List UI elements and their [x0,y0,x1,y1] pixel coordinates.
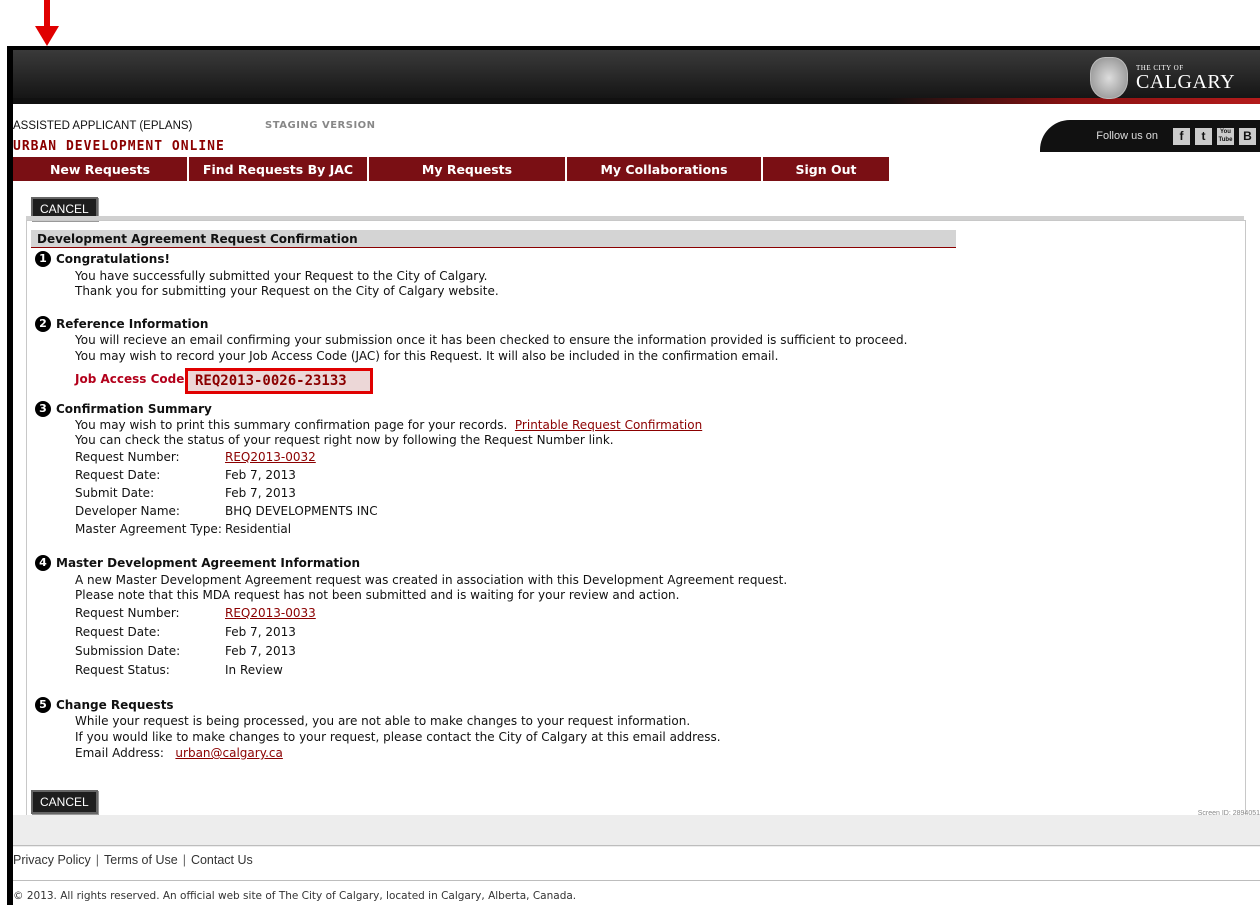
s3-row-label: Developer Name: [75,504,180,518]
browser-frame: THE CITY OF CALGARY Follow us on f t You… [7,46,1260,905]
s3-row-label: Submit Date: [75,486,155,500]
user-role: ASSISTED APPLICANT (EPLANS) [13,120,193,132]
nav-sign-out[interactable]: Sign Out [763,157,889,181]
jac-value-highlight: REQ2013-0026-23133 [185,368,373,394]
s4-row-label: Request Status: [75,663,170,677]
s5-title: Change Requests [56,698,174,712]
printable-confirmation-link[interactable]: Printable Request Confirmation [515,418,702,432]
follow-us-bar: Follow us on f t You Tube B [1040,120,1260,152]
s4-row-value: Feb 7, 2013 [225,625,296,639]
footer-band [13,815,1260,847]
s4-line1: A new Master Development Agreement reque… [75,573,788,587]
nav-my-collaborations[interactable]: My Collaborations [567,157,763,181]
nav-new-requests[interactable]: New Requests [13,157,189,181]
s3-line2: You can check the status of your request… [75,433,614,447]
step-5-icon: 5 [35,697,51,713]
s2-title: Reference Information [56,317,209,331]
request-number-link[interactable]: REQ2013-0032 [225,450,316,464]
s3-row-label: Request Date: [75,468,161,482]
footer-divider [13,880,1260,881]
step-2-icon: 2 [35,316,51,332]
blog-icon[interactable]: B [1239,127,1256,145]
footer-divider [13,845,1260,846]
screen-id: Screen ID: 2894051 [1197,810,1260,817]
header-swoosh [13,98,1260,104]
s4-row-label: Request Number: [75,606,180,620]
step-1-icon: 1 [35,251,51,267]
s1-title: Congratulations! [56,252,170,266]
annotation-arrow-icon [35,0,59,46]
s3-row-value: BHQ DEVELOPMENTS INC [225,504,378,518]
header-banner [13,50,1260,100]
s3-row-label: Request Number: [75,450,180,464]
nav-find-requests-by-jac[interactable]: Find Requests By JAC [189,157,369,181]
follow-label: Follow us on [1096,130,1158,142]
s1-line1: You have successfully submitted your Req… [75,269,488,283]
s3-line1: You may wish to print this summary confi… [75,418,703,432]
copyright: © 2013. All rights reserved. An official… [13,890,577,902]
s5-email-row: Email Address: urban@calgary.ca [75,746,283,760]
step-4-icon: 4 [35,555,51,571]
cancel-button-bottom[interactable]: CANCEL [31,790,98,814]
logo-big-text: CALGARY [1136,70,1236,93]
mda-request-number-link[interactable]: REQ2013-0033 [225,606,316,620]
page: THE CITY OF CALGARY Follow us on f t You… [13,50,1260,905]
contact-us-link[interactable]: Contact Us [191,853,253,867]
s4-row-label: Request Date: [75,625,161,639]
terms-of-use-link[interactable]: Terms of Use [104,853,178,867]
s2-line2: You may wish to record your Job Access C… [75,349,779,363]
app-title: URBAN DEVELOPMENT ONLINE [13,139,225,154]
city-crest-icon [1090,57,1128,99]
footer-links: Privacy Policy | Terms of Use | Contact Us [13,853,253,867]
staging-label: STAGING VERSION [265,120,376,131]
nav-my-requests[interactable]: My Requests [369,157,567,181]
s4-row-label: Submission Date: [75,644,181,658]
s3-row-value: Feb 7, 2013 [225,468,296,482]
email-link[interactable]: urban@calgary.ca [175,746,282,760]
s4-row-value: Feb 7, 2013 [225,644,296,658]
facebook-icon[interactable]: f [1173,127,1190,145]
s5-line2: If you would like to make changes to you… [75,730,721,744]
s3-row-label: Master Agreement Type: [75,522,222,536]
s3-title: Confirmation Summary [56,402,212,416]
s5-line1: While your request is being processed, y… [75,714,691,728]
main-nav: New Requests Find Requests By JAC My Req… [13,157,889,181]
s2-line1: You will recieve an email confirming you… [75,333,908,347]
section-title: Development Agreement Request Confirmati… [31,230,956,248]
s4-line2: Please note that this MDA request has no… [75,588,680,602]
privacy-policy-link[interactable]: Privacy Policy [13,853,91,867]
s3-row-value: Residential [225,522,292,536]
twitter-icon[interactable]: t [1195,127,1212,145]
step-3-icon: 3 [35,401,51,417]
jac-label: Job Access Code: [75,372,190,386]
s1-line2: Thank you for submitting your Request on… [75,284,499,298]
s4-title: Master Development Agreement Information [56,556,361,570]
youtube-icon[interactable]: You Tube [1217,127,1234,145]
calgary-logo[interactable]: THE CITY OF CALGARY [1090,56,1250,100]
s3-row-value: Feb 7, 2013 [225,486,296,500]
s4-row-value: In Review [225,663,283,677]
